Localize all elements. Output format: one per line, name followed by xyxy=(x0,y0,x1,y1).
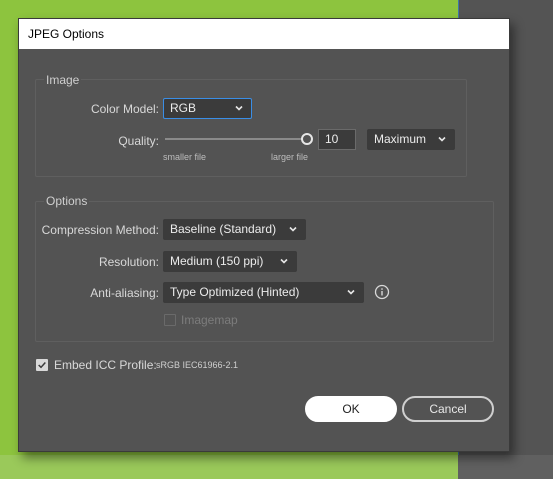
antialiasing-value: Type Optimized (Hinted) xyxy=(170,285,300,299)
icc-profile-name: sRGB IEC61966-2.1 xyxy=(156,360,239,370)
quality-min-label: smaller file xyxy=(163,152,207,162)
cancel-button[interactable]: Cancel xyxy=(402,396,494,422)
imagemap-checkbox[interactable] xyxy=(164,314,176,326)
compression-value: Baseline (Standard) xyxy=(170,222,277,236)
compression-select[interactable]: Baseline (Standard) xyxy=(163,219,306,240)
checkmark-icon xyxy=(38,361,46,369)
color-model-value: RGB xyxy=(170,101,197,115)
color-model-label: Color Model: xyxy=(90,102,159,116)
chevron-down-icon xyxy=(347,289,355,295)
image-group-title: Image xyxy=(44,73,82,87)
quality-preset-select[interactable]: Maximum xyxy=(367,129,455,150)
ok-button[interactable]: OK xyxy=(305,396,397,422)
antialiasing-label: Anti-aliasing: xyxy=(90,286,159,300)
dialog-title: JPEG Options xyxy=(19,19,509,49)
imagemap-label: Imagemap xyxy=(181,313,238,327)
quality-max-label: larger file xyxy=(271,152,309,162)
info-icon[interactable] xyxy=(374,284,390,300)
color-model-select[interactable]: RGB xyxy=(163,98,252,119)
compression-label: Compression Method: xyxy=(41,223,159,237)
antialiasing-select[interactable]: Type Optimized (Hinted) xyxy=(163,282,364,303)
quality-input[interactable]: 10 xyxy=(318,129,356,150)
jpeg-options-dialog: JPEG Options Image Color Model: RGB Qual… xyxy=(18,18,510,452)
options-group-title: Options xyxy=(44,194,90,208)
chevron-down-icon xyxy=(438,136,446,142)
quality-slider-knob[interactable] xyxy=(301,133,313,145)
quality-preset-value: Maximum xyxy=(374,132,427,146)
quality-label: Quality: xyxy=(118,134,159,148)
image-group xyxy=(35,79,467,177)
embed-icc-checkbox[interactable] xyxy=(36,359,48,371)
resolution-value: Medium (150 ppi) xyxy=(170,254,264,268)
resolution-label: Resolution: xyxy=(98,255,159,269)
resolution-select[interactable]: Medium (150 ppi) xyxy=(163,251,297,272)
chevron-down-icon xyxy=(289,226,297,232)
chevron-down-icon xyxy=(235,105,243,111)
quality-slider-track[interactable] xyxy=(165,138,305,140)
embed-icc-label: Embed ICC Profile: xyxy=(54,358,157,372)
chevron-down-icon xyxy=(280,258,288,264)
background-strip-right xyxy=(458,455,553,479)
